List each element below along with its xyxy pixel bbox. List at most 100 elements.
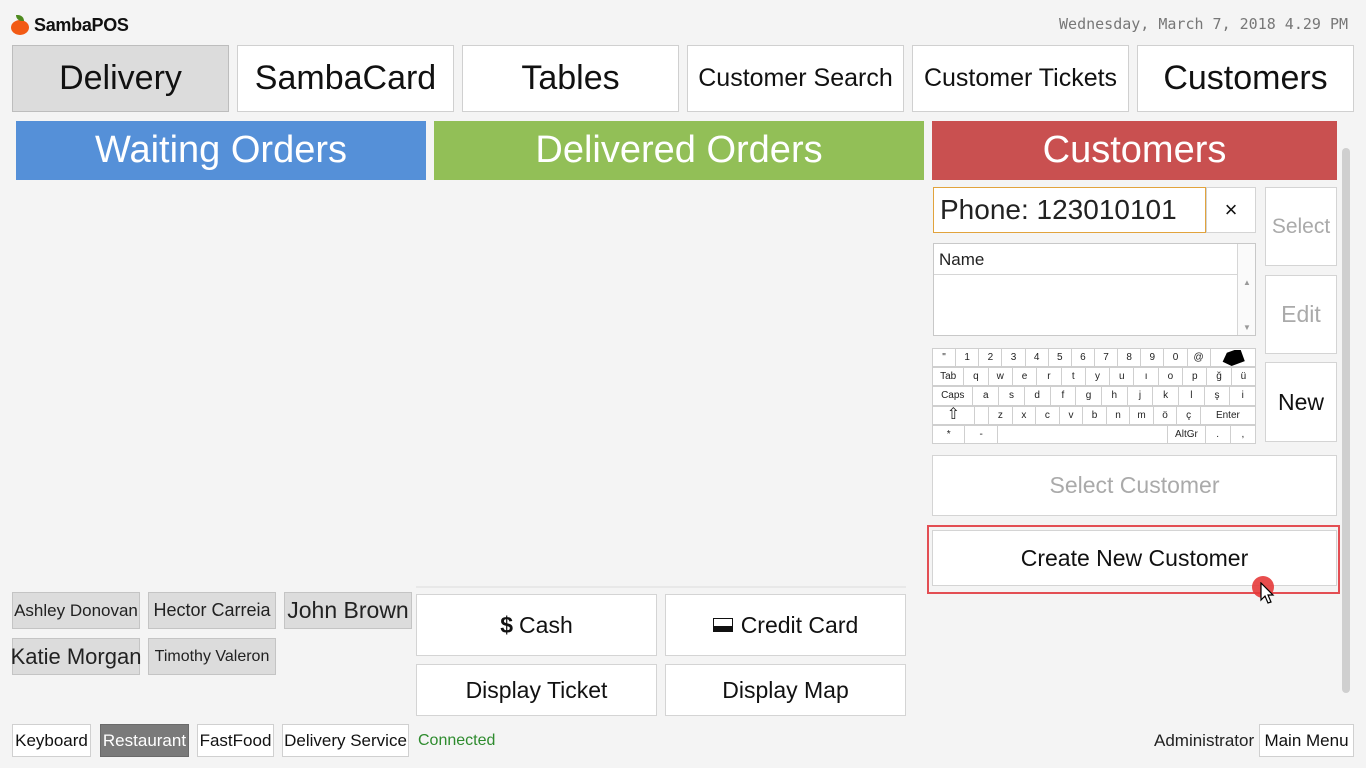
key[interactable]: f [1049, 386, 1077, 406]
panel-scrollbar[interactable] [1341, 138, 1351, 713]
key[interactable]: 8 [1117, 348, 1142, 368]
display-ticket-button[interactable]: Display Ticket [416, 664, 657, 716]
key[interactable]: n [1105, 405, 1131, 425]
delivered-orders-header[interactable]: Delivered Orders [434, 121, 924, 180]
key[interactable]: j [1126, 386, 1154, 406]
caps-key[interactable]: Caps [932, 386, 974, 406]
keyboard-toggle-button[interactable]: Keyboard [12, 724, 91, 757]
key[interactable]: 1 [955, 348, 980, 368]
backspace-key[interactable] [1209, 348, 1256, 368]
customer-results-grid[interactable]: Name ▲ ▼ [933, 243, 1256, 336]
key[interactable]: 2 [978, 348, 1003, 368]
space-key[interactable] [996, 424, 1169, 444]
tab-sambacard[interactable]: SambaCard [237, 45, 454, 112]
key[interactable]: ş [1203, 386, 1231, 406]
scroll-up-icon[interactable]: ▲ [1243, 278, 1251, 287]
new-button[interactable]: New [1265, 362, 1337, 442]
display-map-button[interactable]: Display Map [665, 664, 906, 716]
restaurant-department-button[interactable]: Restaurant [100, 724, 189, 757]
customer-chip[interactable]: Hector Carreia [148, 592, 276, 629]
key[interactable]: w [987, 367, 1013, 387]
clear-search-button[interactable]: × [1206, 187, 1256, 233]
key[interactable]: h [1100, 386, 1128, 406]
key[interactable]: . [1204, 424, 1231, 444]
customer-chip[interactable]: Timothy Valeron [148, 638, 276, 675]
mouse-cursor-icon [1260, 582, 1275, 604]
key[interactable]: e [1011, 367, 1038, 387]
enter-key[interactable]: Enter [1199, 405, 1256, 425]
key[interactable]: g [1075, 386, 1102, 406]
key[interactable]: 6 [1070, 348, 1095, 368]
key[interactable]: 7 [1093, 348, 1119, 368]
key[interactable]: v [1058, 405, 1084, 425]
select-customer-button[interactable]: Select Customer [932, 455, 1337, 516]
key[interactable]: l [1177, 386, 1205, 406]
key[interactable]: @ [1186, 348, 1211, 368]
key[interactable]: 9 [1140, 348, 1165, 368]
key[interactable]: - [964, 424, 998, 444]
customers-header[interactable]: Customers [932, 121, 1337, 180]
connection-status: Connected [418, 732, 496, 749]
key[interactable]: i [1229, 386, 1257, 406]
waiting-orders-header[interactable]: Waiting Orders [16, 121, 426, 180]
edit-button[interactable]: Edit [1265, 275, 1337, 354]
highlight-frame [927, 525, 1340, 594]
key[interactable]: 5 [1047, 348, 1072, 368]
tab-customer-search[interactable]: Customer Search [687, 45, 904, 112]
key[interactable]: a [972, 386, 1000, 406]
key[interactable]: ğ [1206, 367, 1232, 387]
key[interactable]: y [1084, 367, 1111, 387]
key[interactable]: 0 [1163, 348, 1188, 368]
key[interactable]: s [998, 386, 1025, 406]
fastfood-department-button[interactable]: FastFood [197, 724, 274, 757]
key[interactable]: x [1011, 405, 1037, 425]
key[interactable]: m [1129, 405, 1154, 425]
key[interactable]: p [1182, 367, 1208, 387]
key[interactable]: t [1060, 367, 1086, 387]
key[interactable]: ç [1176, 405, 1201, 425]
select-button[interactable]: Select [1265, 187, 1337, 266]
key[interactable]: k [1152, 386, 1179, 406]
keyboard-row-4: ⇧ z x c v b n m ö ç Enter [932, 405, 1256, 425]
tab-delivery[interactable]: Delivery [12, 45, 229, 112]
action-divider [416, 586, 906, 588]
key[interactable]: c [1035, 405, 1060, 425]
shift-key[interactable]: ⇧ [932, 405, 975, 425]
key[interactable]: 4 [1024, 348, 1049, 368]
cash-label: Cash [519, 611, 573, 638]
current-user: Administrator [1154, 731, 1255, 750]
altgr-key[interactable]: AltGr [1167, 424, 1206, 444]
key[interactable]: , [1229, 424, 1256, 444]
customer-chip[interactable]: Ashley Donovan [12, 592, 140, 629]
sambapos-logo-icon [10, 15, 30, 35]
tab-key[interactable]: Tab [932, 367, 965, 387]
grid-scrollbar[interactable]: ▲ ▼ [1237, 244, 1255, 335]
key[interactable]: * [932, 424, 966, 444]
key[interactable]: d [1023, 386, 1051, 406]
tab-customers[interactable]: Customers [1137, 45, 1354, 112]
key[interactable]: ı [1133, 367, 1159, 387]
cash-button[interactable]: $ Cash [416, 594, 657, 656]
tab-customer-tickets[interactable]: Customer Tickets [912, 45, 1129, 112]
key[interactable]: " [932, 348, 957, 368]
key[interactable]: u [1109, 367, 1135, 387]
key[interactable]: q [963, 367, 989, 387]
delivery-service-department-button[interactable]: Delivery Service [282, 724, 409, 757]
key[interactable]: b [1082, 405, 1107, 425]
tab-tables[interactable]: Tables [462, 45, 679, 112]
customer-chip[interactable]: John Brown [284, 592, 412, 629]
key[interactable]: r [1036, 367, 1062, 387]
credit-card-icon [712, 618, 733, 632]
scrollbar-thumb[interactable] [1342, 148, 1350, 693]
keyboard-row-5: * - AltGr . , [932, 424, 1256, 444]
phone-search-input[interactable]: Phone: 123010101 [933, 187, 1206, 233]
key[interactable]: z [988, 405, 1013, 425]
key[interactable]: ü [1230, 367, 1257, 387]
main-menu-button[interactable]: Main Menu [1259, 724, 1354, 757]
key[interactable]: 3 [1001, 348, 1026, 368]
key[interactable]: ö [1152, 405, 1178, 425]
key[interactable]: o [1157, 367, 1184, 387]
customer-chip[interactable]: Katie Morgan [11, 638, 141, 675]
scroll-down-icon[interactable]: ▼ [1243, 323, 1251, 332]
credit-card-button[interactable]: Credit Card [665, 594, 906, 656]
